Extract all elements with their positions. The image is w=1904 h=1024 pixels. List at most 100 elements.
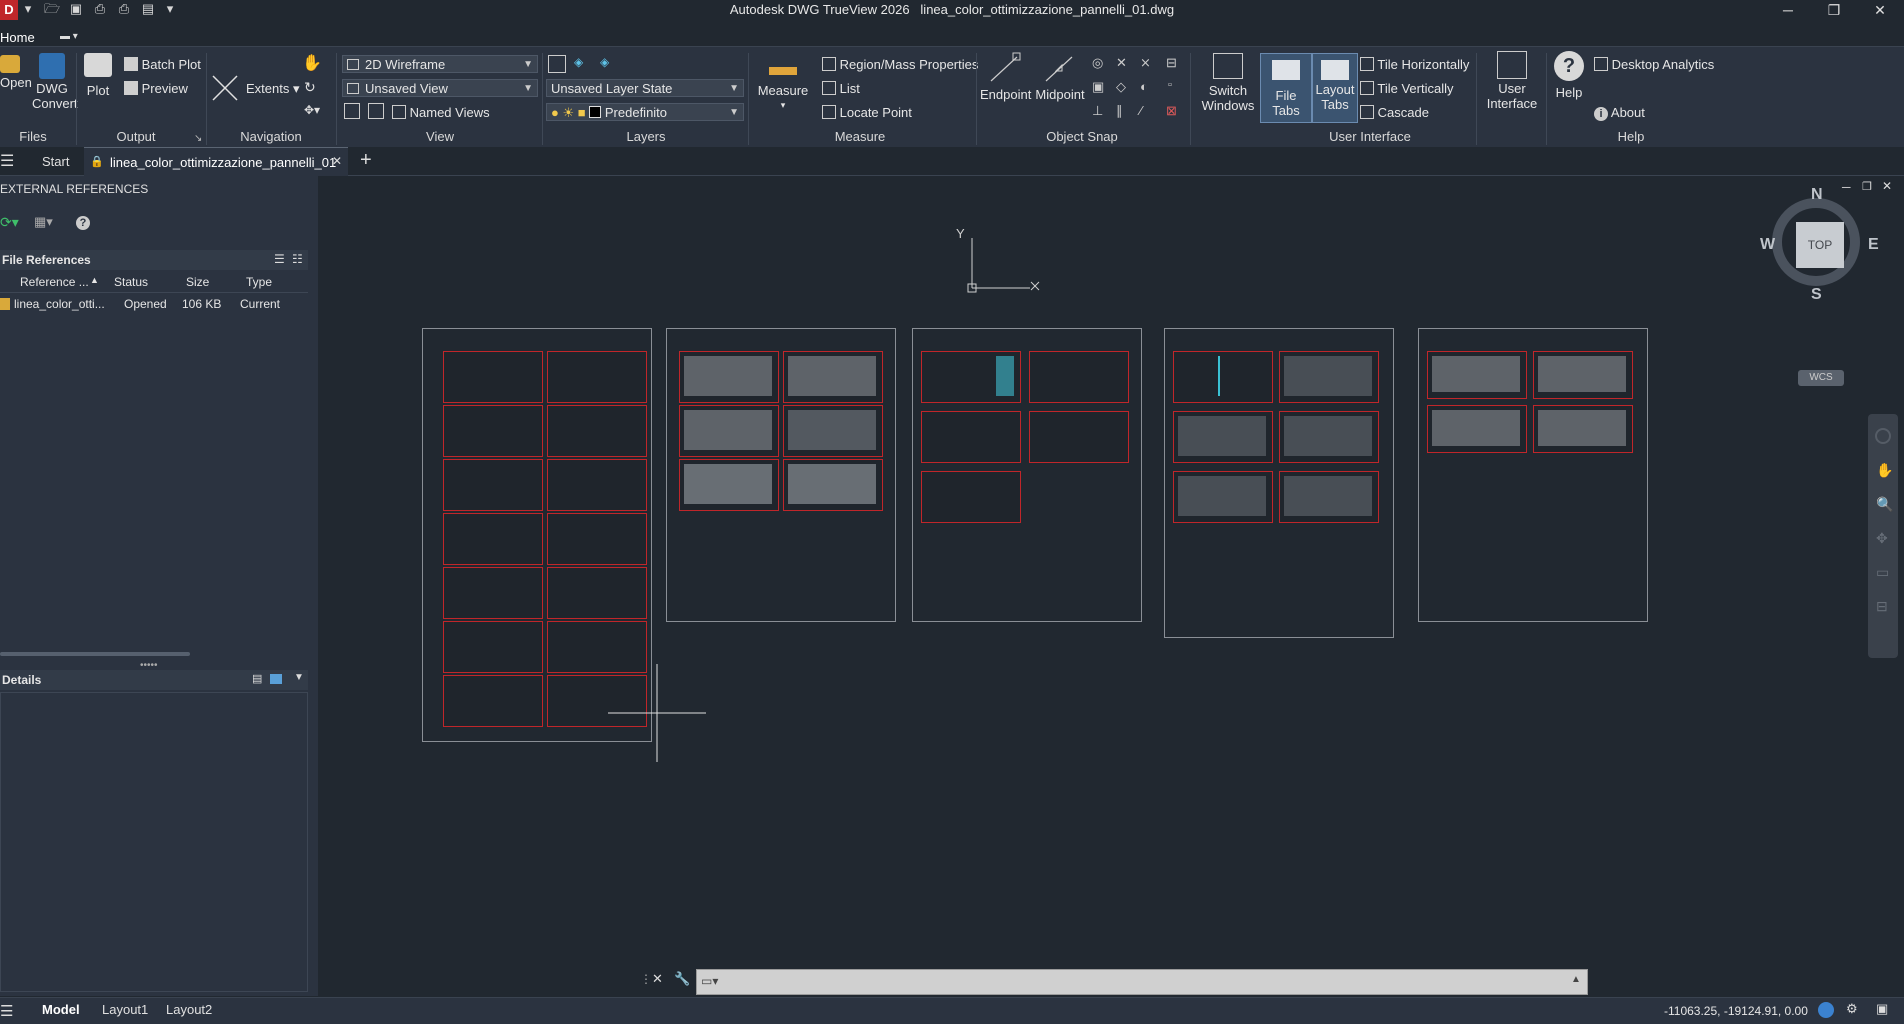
switch-windows-button[interactable]: Switch Windows [1194,51,1262,113]
nav-zoom-icon[interactable]: 🔍 [1876,496,1893,513]
snap-node-icon[interactable]: ▣ [1092,79,1104,95]
saved-view-dropdown[interactable]: Unsaved View ▼ [342,79,538,97]
output-dialog-launcher-icon[interactable]: ↘ [194,133,202,144]
preview-button[interactable]: Preview [124,81,188,96]
viewcube-top-face[interactable]: TOP [1796,222,1844,268]
layout-tabs-toggle[interactable]: Layout Tabs [1312,53,1358,123]
about-button[interactable]: i About [1594,105,1645,121]
change-path-icon[interactable]: ▦▾ [34,214,53,230]
snap-settings-icon[interactable]: ⊟ [1166,55,1177,71]
snap-tangent-icon[interactable]: ◐ [1140,79,1148,94]
minimize-button[interactable]: ─ [1770,0,1806,20]
preview-image-icon[interactable] [270,674,282,684]
tile-horizontally-button[interactable]: Tile Horizontally [1360,57,1469,72]
orbit-icon[interactable]: ↻ [304,79,316,96]
zoom-extents-icon[interactable] [210,73,240,103]
dwg-convert-button[interactable]: DWG Convert [32,51,78,111]
locate-point-button[interactable]: Locate Point [822,105,912,120]
command-customize-icon[interactable]: 🔧 [674,971,690,987]
customization-icon[interactable]: ▣ [1876,1001,1888,1017]
tab-active-drawing[interactable]: 🔒 linea_color_ottimizzazione_pannelli_01… [84,147,348,176]
snap-parallel-icon[interactable]: ∥ [1116,103,1123,119]
snap-extension-icon[interactable]: ⁄ [1140,103,1142,118]
tab-model[interactable]: Model [42,1002,80,1017]
snap-apparent-icon[interactable]: ⨯ [1140,55,1151,71]
viewcube-east[interactable]: E [1868,236,1879,254]
current-layer-dropdown[interactable]: ● ☀ ■ Predefinito ▼ [546,103,744,121]
col-size[interactable]: Size [186,275,209,289]
open-button[interactable]: Open [0,51,32,90]
navigation-bar[interactable]: ✋ 🔍 ✥ ▭ ⊟ [1868,414,1898,658]
layer-state-dropdown[interactable]: Unsaved Layer State ▼ [546,79,744,97]
nav-customize-icon[interactable]: ⊟ [1876,598,1888,615]
extents-dropdown[interactable]: Extents ▾ [246,81,300,97]
named-views-button[interactable]: Named Views [392,105,490,120]
palette-help-icon[interactable]: ? [76,216,90,230]
desktop-analytics-button[interactable]: Desktop Analytics [1594,57,1714,72]
tab-home[interactable]: Home [0,30,35,45]
command-close-icon[interactable]: ✕ [652,971,663,987]
horizontal-scrollbar[interactable] [0,652,190,656]
command-history-caret-icon[interactable]: ▲ [1571,974,1581,985]
user-interface-button[interactable]: User Interface [1482,51,1542,111]
close-tab-icon[interactable]: ✕ [332,154,342,168]
visual-style-dropdown[interactable]: 2D Wireframe ▼ [342,55,538,73]
snap-quadrant-icon[interactable]: ◇ [1116,79,1126,95]
details-dropdown-icon[interactable]: ▼ [294,672,304,683]
nav-wheel-icon[interactable] [1875,428,1891,444]
tab-start[interactable]: Start [42,154,69,169]
endpoint-snap-button[interactable]: Endpoint [980,51,1031,102]
region-mass-properties-button[interactable]: Region/Mass Properties [822,57,978,72]
measure-button[interactable]: Measure ▾ [756,51,810,113]
col-status[interactable]: Status [114,275,148,289]
layer-walk-icon[interactable]: ◈ [574,55,590,71]
midpoint-snap-button[interactable]: Midpoint [1034,51,1086,102]
details-view-icon[interactable]: ▤ [252,672,262,685]
steering-wheel-icon[interactable]: ✥▾ [304,103,320,117]
nav-bar-toggle-icon[interactable] [368,103,384,119]
layout-menu-icon[interactable]: ☰ [0,1002,13,1020]
nav-showmotion-icon[interactable]: ▭ [1876,564,1889,581]
drawing-canvas[interactable]: ─ ❐ ✕ Y TOP N S E W WCS ✋ 🔍 ✥ ▭ ⊟ [320,176,1904,996]
viewcube-south[interactable]: S [1811,286,1822,304]
batch-plot-button[interactable]: Batch Plot [124,57,201,72]
nav-pan-icon[interactable]: ✋ [1876,462,1893,479]
hamburger-menu-icon[interactable]: ☰ [0,151,14,171]
snap-clear-icon[interactable]: ⊠ [1166,103,1177,119]
col-type[interactable]: Type [246,275,272,289]
snap-intersection-icon[interactable]: ✕ [1116,55,1127,71]
annotation-monitor-icon[interactable] [1818,1002,1834,1018]
list-button[interactable]: List [822,81,860,96]
new-tab-plus-icon[interactable]: + [360,149,372,172]
snap-perpendicular-icon[interactable]: ⊥ [1092,103,1103,119]
command-line-handle-icon[interactable]: ⋮ [640,972,652,986]
help-button[interactable]: ? Help [1550,51,1588,100]
command-line-input[interactable]: ▭▾ ▲ [696,969,1588,995]
nav-orbit-icon[interactable]: ✥ [1876,530,1888,547]
pan-hand-icon[interactable]: ✋ [302,53,322,73]
snap-insertion-icon[interactable]: ▫ [1168,79,1172,91]
tree-view-icon[interactable]: ☷ [292,252,303,266]
ribbon-display-toggle[interactable]: ▬ ▾ [60,31,88,43]
restore-button[interactable]: ❐ [1816,0,1852,20]
cascade-button[interactable]: Cascade [1360,105,1429,120]
wcs-menu[interactable]: WCS [1798,370,1844,386]
tab-layout1[interactable]: Layout1 [102,1002,148,1017]
layer-match-icon[interactable]: ◈ [600,55,616,71]
view-cube-toggle-icon[interactable] [344,103,360,119]
tab-layout2[interactable]: Layout2 [166,1002,212,1017]
layer-properties-icon[interactable] [548,55,566,73]
snap-center-icon[interactable]: ◎ [1092,55,1103,71]
viewcube-west[interactable]: W [1760,236,1775,254]
viewcube-north[interactable]: N [1811,186,1823,204]
table-row[interactable]: linea_color_otti... Opened 106 KB Curren… [0,294,308,314]
viewcube[interactable]: TOP N S E W [1760,186,1884,310]
status-settings-icon[interactable]: ⚙ [1846,1001,1858,1017]
tile-vertically-button[interactable]: Tile Vertically [1360,81,1454,96]
col-reference-name[interactable]: Reference ... [20,275,89,289]
refresh-icon[interactable]: ⟳▾ [0,214,19,231]
plot-button[interactable]: Plot [80,51,116,98]
file-tabs-toggle[interactable]: File Tabs [1260,53,1312,123]
close-window-button[interactable]: ✕ [1862,0,1898,20]
list-view-icon[interactable]: ☰ [274,252,285,266]
